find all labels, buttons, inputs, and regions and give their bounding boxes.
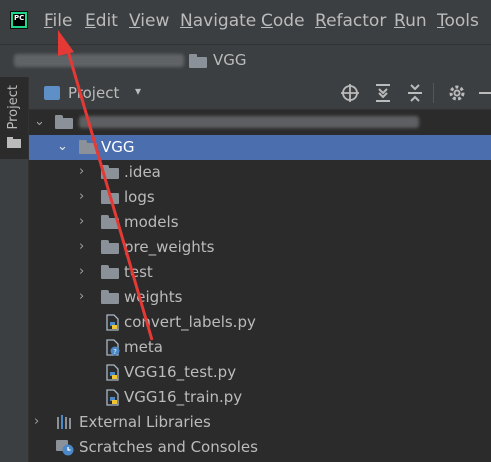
chevron-right-icon[interactable]: ›	[79, 265, 91, 279]
project-tool-tab-label: Project	[6, 85, 21, 130]
tree-folder-row[interactable]: › logs	[29, 185, 491, 210]
tree-label: VGG16_test.py	[124, 363, 237, 381]
tree-label: VGG16_train.py	[124, 388, 243, 406]
project-tree: ⌄ ⌄ VGG › .idea › logs › models › pre_we…	[29, 110, 491, 462]
python-file-icon	[106, 364, 119, 381]
pycharm-logo-icon: PC	[10, 11, 28, 29]
tree-label: .idea	[124, 163, 161, 181]
tree-label: Scratches and Consoles	[79, 438, 258, 456]
folder-icon	[189, 54, 207, 68]
project-tool-tab[interactable]: Project	[0, 77, 28, 159]
redacted-path	[14, 54, 184, 67]
chevron-down-icon[interactable]: ⌄	[57, 140, 69, 154]
chevron-right-icon[interactable]: ›	[79, 165, 91, 179]
chevron-right-icon[interactable]: ›	[79, 215, 91, 229]
tree-label: convert_labels.py	[124, 313, 256, 331]
tree-file-row[interactable]: VGG16_test.py	[29, 360, 491, 385]
folder-icon	[101, 165, 119, 179]
toolbar-divider	[433, 83, 434, 103]
chevron-right-icon[interactable]: ›	[79, 190, 91, 204]
tree-file-row[interactable]: ? meta	[29, 335, 491, 360]
menu-refactor[interactable]: Refactor	[315, 11, 386, 31]
python-file-icon	[106, 389, 119, 406]
svg-text:?: ?	[113, 348, 117, 356]
menu-navigate[interactable]: Navigate	[180, 11, 256, 31]
menu-file[interactable]: File	[44, 11, 72, 31]
collapse-all-icon[interactable]	[405, 83, 425, 103]
tree-folder-row[interactable]: › models	[29, 210, 491, 235]
folder-icon	[101, 290, 119, 304]
folder-icon	[55, 115, 73, 129]
menu-bar: PC File Edit View Navigate Code Refactor…	[0, 0, 491, 44]
chevron-down-icon[interactable]: ⌄	[34, 115, 46, 129]
gear-icon[interactable]	[447, 83, 467, 103]
tree-label: logs	[124, 188, 155, 206]
menu-edit[interactable]: Edit	[85, 11, 118, 31]
expand-all-icon[interactable]	[373, 83, 393, 103]
tree-label: weights	[124, 288, 183, 306]
left-tool-strip: Project	[0, 77, 29, 462]
folder-icon	[101, 190, 119, 204]
tree-label: pre_weights	[124, 238, 215, 256]
tree-folder-row[interactable]: › weights	[29, 285, 491, 310]
tree-label: models	[124, 213, 179, 231]
tree-folder-row[interactable]: › pre_weights	[29, 235, 491, 260]
project-view-icon	[44, 86, 60, 100]
tree-label: test	[124, 263, 153, 281]
folder-icon	[101, 265, 119, 279]
tree-label: VGG	[101, 138, 135, 156]
chevron-right-icon[interactable]: ›	[79, 290, 91, 304]
folder-icon	[101, 240, 119, 254]
chevron-right-icon[interactable]: ›	[34, 415, 46, 429]
folder-icon	[79, 140, 97, 154]
hide-panel-icon[interactable]	[475, 83, 491, 103]
tree-file-row[interactable]: convert_labels.py	[29, 310, 491, 335]
tree-label: External Libraries	[79, 413, 211, 431]
tree-scratches-row[interactable]: Scratches and Consoles	[29, 435, 491, 460]
tree-file-row[interactable]: VGG16_train.py	[29, 385, 491, 410]
tree-row-vgg[interactable]: ⌄ VGG	[29, 135, 491, 160]
menu-code[interactable]: Code	[261, 11, 305, 31]
tree-label: meta	[124, 338, 163, 356]
project-panel-header: Project ▾	[29, 77, 491, 110]
view-selector-caret-icon[interactable]: ▾	[135, 84, 141, 98]
folder-icon	[101, 215, 119, 229]
unknown-file-icon: ?	[106, 339, 120, 356]
tree-folder-row[interactable]: › .idea	[29, 160, 491, 185]
redacted-project-path	[79, 116, 419, 128]
folder-icon	[7, 137, 21, 148]
tree-external-libraries-row[interactable]: › External Libraries	[29, 410, 491, 435]
menu-view[interactable]: View	[129, 11, 169, 31]
breadcrumb-current[interactable]: VGG	[213, 51, 247, 69]
tree-root-row[interactable]: ⌄	[29, 110, 491, 135]
scratches-icon	[56, 440, 74, 456]
panel-title[interactable]: Project	[68, 84, 119, 102]
library-icon	[57, 415, 71, 429]
tree-folder-row[interactable]: › test	[29, 260, 491, 285]
locate-file-icon[interactable]	[340, 83, 360, 103]
python-file-icon	[106, 314, 119, 331]
breadcrumb: VGG	[0, 44, 491, 78]
menu-tools[interactable]: Tools	[437, 11, 479, 31]
chevron-right-icon[interactable]: ›	[79, 240, 91, 254]
menu-run[interactable]: Run	[394, 11, 427, 31]
